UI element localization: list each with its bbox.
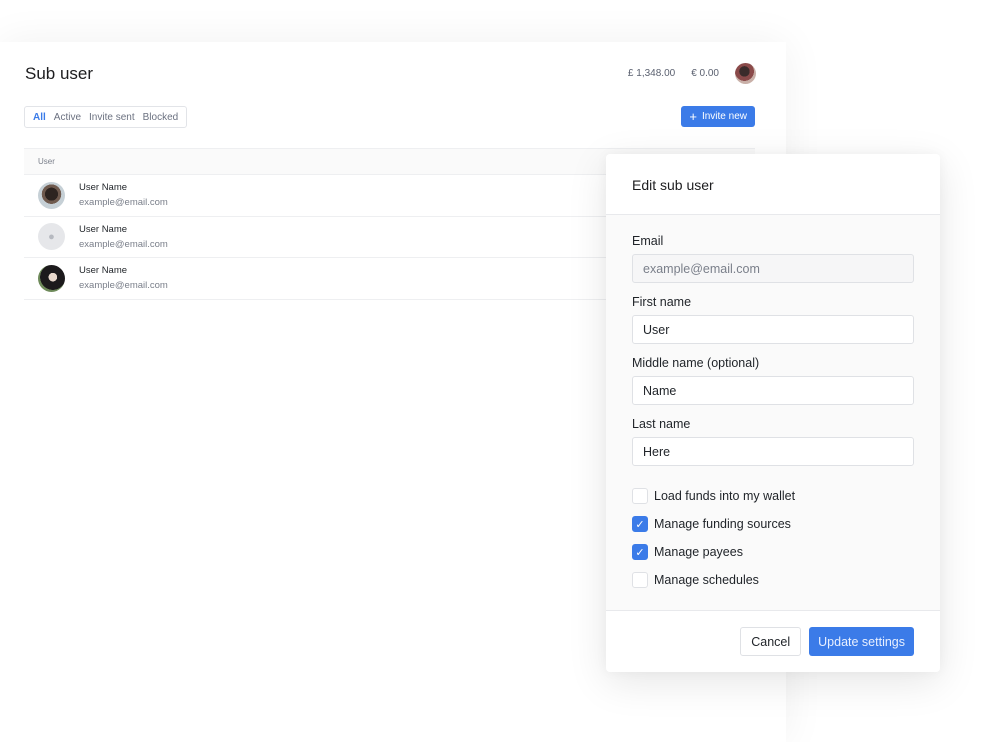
edit-sub-user-modal: Edit sub user Email First name Middle na…: [606, 154, 940, 672]
first-name-label: First name: [632, 295, 692, 309]
user-email: example@email.com: [79, 197, 168, 209]
user-email: example@email.com: [79, 238, 168, 250]
account-avatar[interactable]: [735, 63, 756, 84]
modal-title: Edit sub user: [632, 177, 714, 193]
modal-header: Edit sub user: [606, 154, 940, 215]
invite-new-button[interactable]: + Invite new: [681, 106, 755, 127]
modal-footer: Cancel Update settings: [606, 610, 940, 672]
checkmark-icon: ✓: [635, 518, 645, 531]
placeholder-user-icon: ●: [38, 223, 65, 251]
permission-label: Load funds into my wallet: [654, 489, 796, 503]
plus-icon: +: [689, 109, 697, 124]
permissions-list: Load funds into my wallet ✓ Manage fundi…: [632, 482, 914, 594]
user-name: User Name: [79, 223, 128, 235]
user-email: example@email.com: [79, 280, 168, 292]
page-title: Sub user: [25, 64, 94, 83]
checkbox-unchecked[interactable]: [632, 488, 648, 504]
balances: £ 1,348.00 € 0.00: [628, 63, 756, 84]
middle-name-field[interactable]: [632, 376, 914, 405]
permission-manage-payees[interactable]: ✓ Manage payees: [632, 538, 914, 566]
invite-new-label: Invite new: [701, 111, 747, 122]
filter-tab-invite-sent[interactable]: Invite sent: [89, 112, 135, 123]
user-name: User Name: [79, 265, 128, 277]
balance-eur: € 0.00: [691, 68, 719, 79]
filter-tab-all[interactable]: All: [33, 112, 46, 123]
checkbox-unchecked[interactable]: [632, 572, 648, 588]
user-name: User Name: [79, 182, 128, 194]
last-name-field[interactable]: [632, 437, 914, 466]
cancel-button[interactable]: Cancel: [740, 627, 802, 656]
user-avatar: [38, 181, 65, 209]
filter-tabs: All Active Invite sent Blocked: [24, 106, 188, 128]
permission-label: Manage schedules: [654, 573, 759, 587]
modal-body: Email First name Middle name (optional) …: [606, 215, 940, 594]
column-header-user: User: [38, 157, 55, 166]
checkbox-checked[interactable]: ✓: [632, 544, 648, 560]
checkbox-checked[interactable]: ✓: [632, 516, 648, 532]
permission-load-funds[interactable]: Load funds into my wallet: [632, 482, 914, 510]
permission-manage-funding-sources[interactable]: ✓ Manage funding sources: [632, 510, 914, 538]
first-name-field[interactable]: [632, 315, 914, 344]
middle-name-label: Middle name (optional): [632, 356, 760, 370]
filter-tab-blocked[interactable]: Blocked: [143, 112, 179, 123]
email-label: Email: [632, 234, 664, 248]
filter-tab-active[interactable]: Active: [54, 112, 81, 123]
permission-manage-schedules[interactable]: Manage schedules: [632, 566, 914, 594]
email-field[interactable]: [632, 254, 914, 283]
permission-label: Manage payees: [654, 545, 743, 559]
balance-gbp: £ 1,348.00: [627, 68, 676, 79]
update-settings-button[interactable]: Update settings: [809, 627, 914, 656]
checkmark-icon: ✓: [635, 546, 645, 559]
user-avatar: [38, 264, 65, 292]
permission-label: Manage funding sources: [654, 517, 791, 531]
last-name-label: Last name: [632, 417, 691, 431]
